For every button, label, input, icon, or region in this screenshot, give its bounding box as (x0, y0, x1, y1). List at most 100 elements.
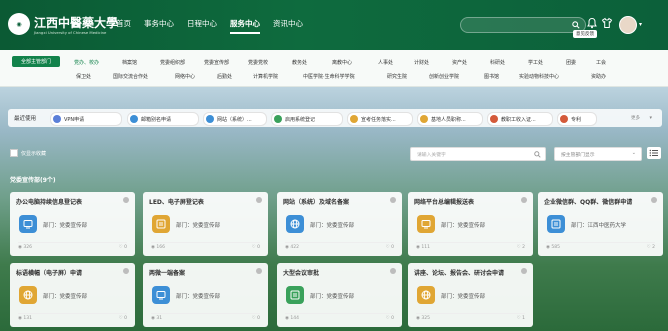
like-count[interactable]: ♡ 0 (119, 245, 127, 250)
card-title: 网络平台总编辑报送表 (414, 199, 475, 206)
favorite-toggle[interactable] (123, 268, 129, 274)
service-icon (350, 115, 358, 123)
department-item[interactable]: 图书馆 (484, 73, 519, 80)
like-count[interactable]: ♡ 2 (647, 245, 655, 250)
keyword-search-input[interactable]: 请输入关键字 (410, 147, 546, 161)
chevron-down-icon[interactable]: ▾ (649, 115, 652, 121)
card-department: 部门：党委宣传部 (176, 294, 221, 300)
like-count[interactable]: ♡ 0 (252, 245, 260, 250)
like-count[interactable]: ♡ 0 (386, 316, 394, 321)
department-item[interactable]: 学工处 (528, 59, 566, 66)
recent-item[interactable]: 教职工收入证... (487, 112, 553, 126)
chevron-down-icon[interactable]: ▾ (639, 21, 642, 28)
favorite-toggle[interactable] (123, 197, 129, 203)
department-item[interactable]: 科研处 (490, 59, 528, 66)
favorite-toggle[interactable] (256, 197, 262, 203)
like-count[interactable]: ♡ 2 (517, 245, 525, 250)
department-item[interactable]: 党委组织部 (160, 59, 204, 66)
view-count-value: 111 (421, 245, 430, 250)
department-item[interactable]: 网络中心 (175, 73, 217, 80)
department-item[interactable]: 党委党校 (248, 59, 292, 66)
nav-affairs[interactable]: 事务中心 (144, 18, 174, 29)
department-item[interactable]: 教务处 (292, 59, 332, 66)
all-departments-button[interactable]: 全部主管部门 (12, 56, 60, 67)
department-item[interactable]: 资助办 (591, 73, 617, 80)
document-icon (286, 286, 304, 304)
nav-service[interactable]: 服务中心 (230, 18, 260, 34)
favorite-toggle[interactable] (390, 197, 396, 203)
department-item[interactable]: 国际交流合作处 (113, 73, 175, 80)
search-icon[interactable] (534, 150, 541, 158)
service-card[interactable]: 网站（系统）及域名备案 部门：党委宣传部 ◉ 422 ♡ 0 (277, 192, 402, 256)
service-card[interactable]: 两微一端备案 部门：党委宣传部 ◉ 31 ♡ 0 (143, 263, 268, 327)
recent-item[interactable]: 邮箱别名申请 (127, 112, 199, 126)
search-icon[interactable] (572, 21, 580, 29)
department-item[interactable]: 人事处 (378, 59, 414, 66)
favorite-toggle[interactable] (521, 268, 527, 274)
department-item[interactable]: 党委宣传部 (204, 59, 248, 66)
avatar[interactable] (619, 16, 637, 34)
service-card[interactable]: LED、电子屏登记表 部门：党委宣传部 ◉ 166 ♡ 0 (143, 192, 268, 256)
favorite-toggle[interactable] (521, 197, 527, 203)
department-item[interactable]: 计财处 (414, 59, 452, 66)
department-item[interactable]: 中医学院·生命科学学院 (303, 73, 387, 80)
service-card[interactable]: 大型会议审批 部门：党委宣传部 ◉ 144 ♡ 0 (277, 263, 402, 327)
like-count[interactable]: ♡ 1 (517, 316, 525, 321)
department-item[interactable]: 后勤处 (217, 73, 253, 80)
department-select[interactable]: 按主管部门显示 ⌄ (554, 147, 642, 161)
card-footer: ◉ 144 ♡ 0 (285, 313, 394, 322)
list-view-toggle[interactable] (647, 147, 661, 159)
globe-icon (286, 215, 304, 233)
service-card[interactable]: 网络平台总编辑报送表 部门：党委宣传部 ◉ 111 ♡ 2 (408, 192, 533, 256)
favorite-toggle[interactable] (256, 268, 262, 274)
like-count[interactable]: ♡ 0 (119, 316, 127, 321)
recent-item[interactable]: 网站（系统）... (203, 112, 267, 126)
more-link[interactable]: 更多 (631, 115, 640, 121)
recent-item[interactable]: 专利 (557, 112, 597, 126)
recent-item-label: 教职工收入证... (501, 116, 536, 123)
department-item[interactable]: 党办、校办 (74, 59, 122, 66)
favorite-toggle[interactable] (390, 268, 396, 274)
card-footer: ◉ 422 ♡ 0 (285, 242, 394, 251)
department-item[interactable]: 工会 (596, 59, 614, 66)
service-card[interactable]: 办公电脑持续信息登记表 部门：党委宣传部 ◉ 326 ♡ 0 (10, 192, 135, 256)
divider (546, 242, 655, 243)
service-card[interactable]: 讲座、论坛、报告会、研讨会申请 部门：党委宣传部 ◉ 325 ♡ 1 (408, 263, 533, 327)
view-count: ◉ 111 (416, 245, 430, 250)
bell-icon[interactable] (586, 17, 600, 31)
logo-title: 江西中醫藥大學 (34, 16, 119, 30)
department-item[interactable]: 团委 (566, 59, 596, 66)
favorites-only-checkbox[interactable]: 仅显示收藏 (10, 149, 46, 157)
like-count-value: 0 (124, 316, 127, 321)
global-search-input[interactable] (460, 17, 586, 33)
university-logo[interactable]: ◉ 江西中醫藥大學 Jiangxi University of Chinese … (8, 10, 118, 40)
department-item[interactable]: 实验动物科技中心 (519, 73, 591, 80)
service-card[interactable]: 企业微信群、QQ群、微信群申请 部门：江西中医药大学 ◉ 585 ♡ 2 (538, 192, 663, 256)
divider (151, 242, 260, 243)
recent-item[interactable]: VPN申请 (50, 112, 122, 126)
divider (18, 242, 127, 243)
like-count-value: 0 (257, 316, 260, 321)
recent-item[interactable]: 宣考任务落实... (347, 112, 413, 126)
like-count[interactable]: ♡ 0 (252, 316, 260, 321)
checkbox-box[interactable] (10, 149, 18, 157)
department-item[interactable]: 保卫处 (76, 73, 113, 80)
department-item[interactable]: 创新创业学院 (429, 73, 484, 80)
nav-schedule[interactable]: 日程中心 (187, 18, 217, 29)
service-card[interactable]: 标语横幅（电子屏）申请 部门：党委宣传部 ◉ 131 ♡ 0 (10, 263, 135, 327)
card-footer: ◉ 166 ♡ 0 (151, 242, 260, 251)
document-icon (152, 215, 170, 233)
recent-item[interactable]: 基地人员职称... (417, 112, 483, 126)
favorite-toggle[interactable] (651, 197, 657, 203)
shirt-icon[interactable] (601, 17, 615, 31)
department-item[interactable]: 资产处 (452, 59, 490, 66)
nav-home[interactable]: 首页 (116, 18, 131, 29)
department-item[interactable]: 档案馆 (122, 59, 160, 66)
department-item[interactable]: 研究生院 (387, 73, 429, 80)
recent-item[interactable]: 启用系统登记 (271, 112, 343, 126)
like-count[interactable]: ♡ 0 (386, 245, 394, 250)
recent-item-label: 邮箱别名申请 (141, 116, 172, 123)
nav-news[interactable]: 资讯中心 (273, 18, 303, 29)
department-item[interactable]: 计算机学院 (253, 73, 303, 80)
department-item[interactable]: 离教中心 (332, 59, 378, 66)
